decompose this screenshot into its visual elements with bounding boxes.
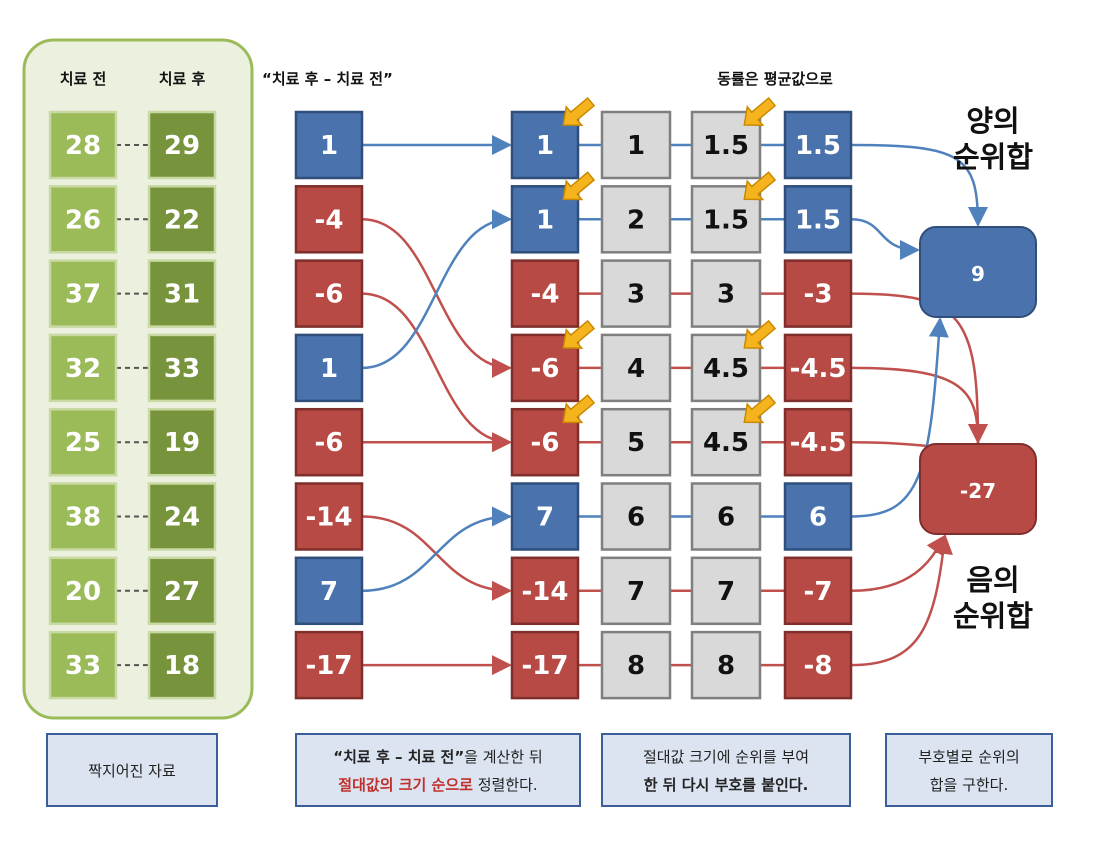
- negative-sum-arrow: [850, 366, 988, 444]
- caption-sort-line1: “치료 후 – 치료 전”을 계산한 뒤: [333, 748, 542, 766]
- before-5-value: 38: [65, 503, 101, 533]
- rank-1-value: 2: [627, 205, 645, 235]
- caption-sort-line2: 절대값의 크기 순으로 정렬한다.: [338, 776, 537, 794]
- after-7-value: 18: [164, 651, 200, 681]
- sort-arrow: [361, 506, 512, 593]
- sorted-1-value: 1: [536, 205, 554, 235]
- after-0-value: 29: [164, 131, 200, 161]
- sorted-5-value: 7: [536, 503, 554, 533]
- before-2-value: 37: [65, 280, 101, 310]
- caption-sort-text2: 정렬한다.: [473, 776, 538, 794]
- avg-rank-3-value: 4.5: [703, 354, 749, 384]
- signed-rank-3-value: -4.5: [790, 354, 847, 384]
- rank-2-value: 3: [627, 280, 645, 310]
- signed-rank-1-value: 1.5: [795, 205, 841, 235]
- before-4-value: 25: [65, 428, 101, 458]
- signed-rank-5-value: 6: [809, 503, 827, 533]
- after-2-value: 31: [164, 280, 200, 310]
- after-5-value: 24: [164, 503, 200, 533]
- before-6-value: 20: [65, 577, 101, 607]
- difference-5-value: -14: [306, 503, 353, 533]
- difference-6-value: 7: [320, 577, 338, 607]
- negative-sum-label-1: 음의: [966, 563, 1019, 597]
- signed-rank-2-value: -3: [804, 280, 833, 310]
- sorted-6-value: -14: [522, 577, 569, 607]
- caption-sum-line2: 합을 구한다.: [930, 776, 1009, 794]
- after-6-value: 27: [164, 577, 200, 607]
- positive-sum-value: 9: [971, 262, 985, 286]
- caption-box-sort: [295, 733, 581, 807]
- before-1-value: 26: [65, 205, 101, 235]
- avg-rank-2-value: 3: [717, 280, 735, 310]
- negative-sum-label-2: 순위합: [953, 599, 1033, 633]
- before-7-value: 33: [65, 651, 101, 681]
- header-ties: 동률은 평균값으로: [717, 70, 833, 88]
- rank-0-value: 1: [627, 131, 645, 161]
- positive-sum-arrow: [850, 218, 920, 260]
- positive-sum-label-1: 양의: [966, 104, 1019, 138]
- after-3-value: 33: [164, 354, 200, 384]
- avg-rank-5-value: 6: [717, 503, 735, 533]
- rank-5-value: 6: [627, 503, 645, 533]
- difference-0-value: 1: [320, 131, 338, 161]
- before-0-value: 28: [65, 131, 101, 161]
- sort-arrow: [361, 292, 512, 453]
- caption-sort-highlight: 절대값의 크기 순으로: [338, 776, 473, 794]
- before-3-value: 32: [65, 354, 101, 384]
- rank-7-value: 8: [627, 651, 645, 681]
- header-before: 치료 전: [60, 70, 107, 88]
- difference-1-value: -4: [315, 205, 344, 235]
- sort-arrow: [361, 209, 512, 370]
- caption-rank-line1: 절대값 크기에 순위를 부여: [643, 748, 809, 766]
- difference-2-value: -6: [315, 280, 344, 310]
- positive-sum-label-2: 순위합: [953, 140, 1033, 174]
- sorted-4-value: -6: [531, 428, 560, 458]
- caption-box-rank: [601, 733, 851, 807]
- signed-rank-0-value: 1.5: [795, 131, 841, 161]
- rank-6-value: 7: [627, 577, 645, 607]
- caption-rank-line2: 한 뒤 다시 부호를 붙인다.: [644, 776, 809, 794]
- caption-box-sum: [885, 733, 1053, 807]
- after-1-value: 22: [164, 205, 200, 235]
- signed-rank-4-value: -4.5: [790, 428, 847, 458]
- avg-rank-0-value: 1.5: [703, 131, 749, 161]
- caption-sort-text1: 을 계산한 뒤: [464, 748, 543, 766]
- difference-4-value: -6: [315, 428, 344, 458]
- sorted-3-value: -6: [531, 354, 560, 384]
- sorted-7-value: -17: [522, 651, 569, 681]
- signed-rank-6-value: -7: [804, 577, 833, 607]
- avg-rank-4-value: 4.5: [703, 428, 749, 458]
- negative-sum-value: -27: [960, 479, 996, 503]
- avg-rank-7-value: 8: [717, 651, 735, 681]
- after-4-value: 19: [164, 428, 200, 458]
- caption-paired: 짝지어진 자료: [88, 762, 176, 780]
- wilcoxon-diagram: 치료 전 치료 후 “치료 후 – 치료 전” 동률은 평균값으로 28 2926…: [22, 38, 1053, 807]
- avg-rank-6-value: 7: [717, 577, 735, 607]
- difference-7-value: -17: [306, 651, 353, 681]
- caption-sum-line1: 부호별로 순위의: [918, 748, 1019, 766]
- negative-sum-arrow: [850, 534, 953, 667]
- negative-sum-arrow: [850, 534, 947, 593]
- rank-4-value: 5: [627, 428, 645, 458]
- sorted-0-value: 1: [536, 131, 554, 161]
- rank-3-value: 4: [627, 354, 645, 384]
- header-after: 치료 후: [159, 70, 206, 88]
- avg-rank-1-value: 1.5: [703, 205, 749, 235]
- sorted-2-value: -4: [531, 280, 560, 310]
- caption-sort-formula: “치료 후 – 치료 전”: [333, 748, 464, 766]
- signed-rank-7-value: -8: [804, 651, 833, 681]
- header-difference: “치료 후 – 치료 전”: [262, 70, 393, 88]
- difference-3-value: 1: [320, 354, 338, 384]
